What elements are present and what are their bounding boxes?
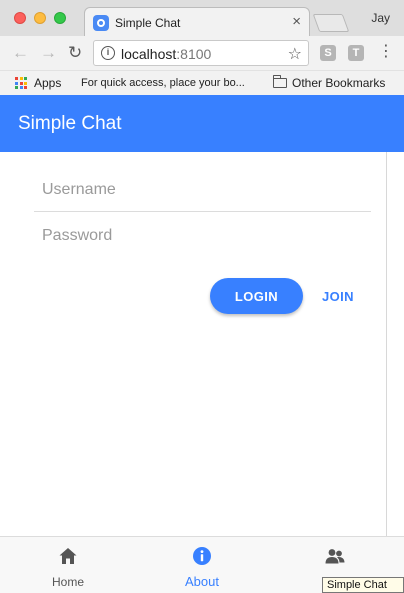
minimize-window-button[interactable] <box>34 12 46 24</box>
tab-about[interactable]: About <box>162 537 242 593</box>
apps-grid-icon[interactable] <box>15 77 27 89</box>
bookmark-star-icon[interactable]: ☆ <box>288 44 302 64</box>
close-window-button[interactable] <box>14 12 26 24</box>
username-field[interactable] <box>34 168 371 212</box>
tooltip: Simple Chat <box>322 577 404 593</box>
tab-close-icon[interactable]: × <box>292 13 301 31</box>
browser-menu-icon[interactable]: ⋮ <box>378 43 394 61</box>
page-title: Simple Chat <box>18 113 122 134</box>
scrollbar-edge <box>386 152 387 536</box>
forward-arrow-icon[interactable]: → <box>40 44 57 62</box>
maximize-window-button[interactable] <box>54 12 66 24</box>
tab-home-label: Home <box>51 575 84 589</box>
app-header: Simple Chat <box>0 95 404 152</box>
tab-about-label: About <box>185 574 219 589</box>
profile-name[interactable]: Jay <box>371 11 390 25</box>
browser-chrome: Simple Chat × Jay ← → ↻ i localhost:8100… <box>0 0 404 95</box>
favicon-icon <box>93 15 109 31</box>
join-button[interactable]: JOIN <box>313 278 363 314</box>
bookmark-apps[interactable]: Apps <box>34 76 61 90</box>
password-input[interactable] <box>34 214 371 258</box>
home-icon <box>59 548 77 564</box>
extension-s-icon[interactable]: S <box>320 45 336 61</box>
new-tab-button[interactable] <box>312 14 350 32</box>
reload-icon[interactable]: ↻ <box>68 44 82 62</box>
info-icon <box>193 547 211 565</box>
browser-toolbar: ← → ↻ i localhost:8100 ☆ S T ⋮ <box>0 36 404 70</box>
url-port: :8100 <box>176 46 212 62</box>
folder-icon <box>273 75 287 88</box>
back-arrow-icon[interactable]: ← <box>12 44 29 62</box>
address-bar[interactable]: i localhost:8100 ☆ <box>93 40 309 66</box>
password-field[interactable] <box>34 214 371 258</box>
url-text[interactable]: localhost:8100 <box>121 46 211 62</box>
tab-title: Simple Chat <box>115 16 181 30</box>
extension-t-icon[interactable]: T <box>348 45 364 61</box>
bookmark-other[interactable]: Other Bookmarks <box>292 76 385 90</box>
tab-strip: Simple Chat × Jay <box>0 0 404 37</box>
bookmarks-bar: Apps For quick access, place your bo... … <box>0 70 404 95</box>
url-host: localhost <box>121 46 177 62</box>
chat-people-icon <box>325 549 345 564</box>
username-input[interactable] <box>34 168 371 211</box>
site-info-icon[interactable]: i <box>101 46 115 60</box>
login-button[interactable]: LOGIN <box>210 278 303 314</box>
tab-home[interactable]: Home <box>28 537 108 593</box>
browser-tab[interactable]: Simple Chat × <box>84 7 310 37</box>
bookmarks-hint[interactable]: For quick access, place your bo... <box>81 77 245 89</box>
